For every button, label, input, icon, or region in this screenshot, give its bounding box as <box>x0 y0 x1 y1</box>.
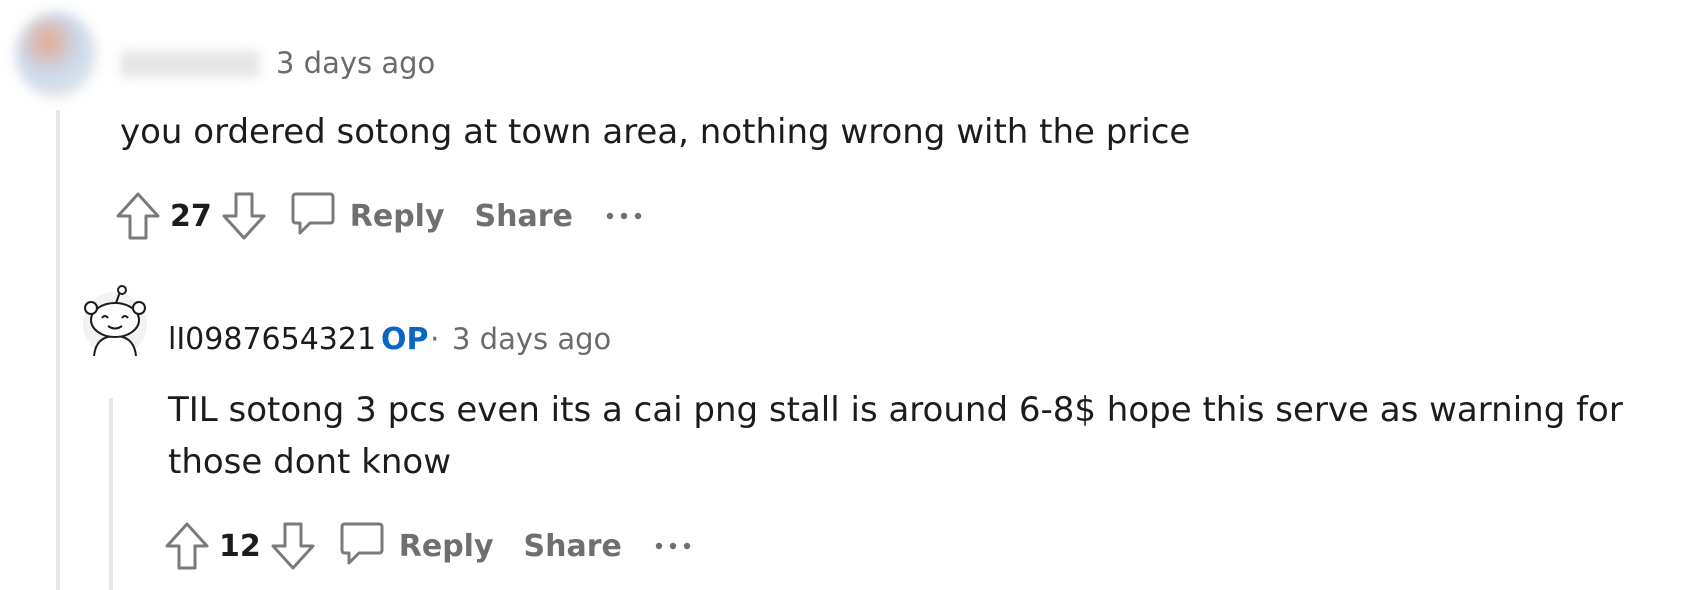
comment-body: you ordered sotong at town area, nothing… <box>120 112 1191 152</box>
upvote-arrow-icon[interactable] <box>112 188 164 244</box>
more-horizontal-icon[interactable] <box>654 518 694 574</box>
vote-score: 27 <box>170 198 212 234</box>
comment-bubble-icon <box>290 190 336 242</box>
username-redacted[interactable] <box>120 50 260 78</box>
more-horizontal-icon[interactable] <box>605 188 645 244</box>
downvote-arrow-icon[interactable] <box>218 188 270 244</box>
thread-line-nested[interactable] <box>109 398 113 590</box>
thread-line[interactable] <box>56 110 60 590</box>
comment-body: TIL sotong 3 pcs even its a cai png stal… <box>168 390 1623 482</box>
avatar-redacted[interactable] <box>16 12 96 98</box>
avatar[interactable] <box>80 284 150 357</box>
comment-bubble-icon <box>339 520 385 572</box>
username-link[interactable]: lI0987654321 <box>168 322 376 357</box>
reply-button[interactable]: Reply <box>339 520 494 572</box>
comment-timestamp[interactable]: 3 days ago <box>452 322 611 356</box>
share-button[interactable]: Share <box>524 529 622 564</box>
meta-separator: · <box>430 322 440 357</box>
reply-label: Reply <box>349 198 445 234</box>
reply-button[interactable]: Reply <box>290 190 445 242</box>
downvote-arrow-icon[interactable] <box>267 518 319 574</box>
reply-label: Reply <box>398 528 494 564</box>
op-badge: OP <box>381 322 429 357</box>
upvote-arrow-icon[interactable] <box>161 518 213 574</box>
comment-timestamp[interactable]: 3 days ago <box>276 46 435 80</box>
comment-actions: 12 Reply Share <box>161 518 694 574</box>
vote-score: 12 <box>219 528 261 564</box>
share-button[interactable]: Share <box>475 199 573 234</box>
comment-actions: 27 Reply Share <box>112 188 645 244</box>
